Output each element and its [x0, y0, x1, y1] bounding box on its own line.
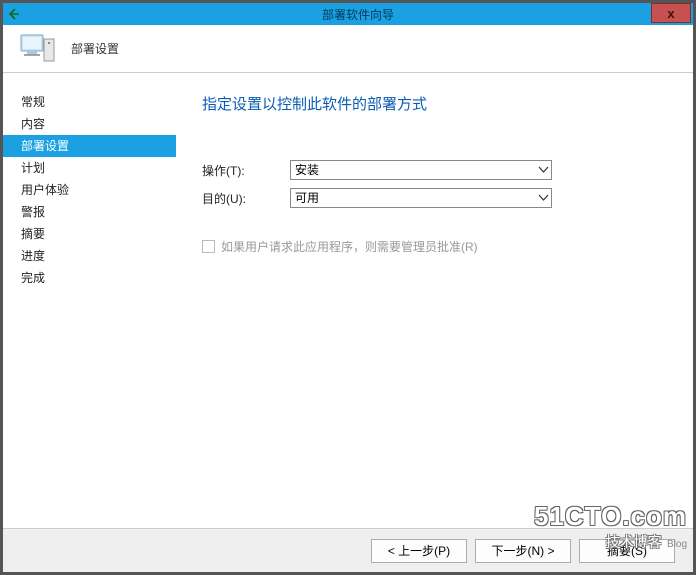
sidebar-item-4[interactable]: 用户体验 [3, 179, 176, 201]
sidebar-item-5[interactable]: 警报 [3, 201, 176, 223]
sidebar-item-1[interactable]: 内容 [3, 113, 176, 135]
form-select-1[interactable]: 可用 [290, 188, 552, 208]
close-icon: x [667, 6, 674, 21]
form-row-0: 操作(T):安装 [202, 160, 665, 180]
wizard-computer-icon [17, 29, 57, 69]
approval-checkbox-row: 如果用户请求此应用程序，则需要管理员批准(R) [202, 238, 665, 255]
form-select-0[interactable]: 安装 [290, 160, 552, 180]
summary-button[interactable]: 摘要(S) [579, 539, 675, 563]
form-label-0: 操作(T): [202, 162, 290, 179]
sidebar-item-8[interactable]: 完成 [3, 267, 176, 289]
form-label-1: 目的(U): [202, 190, 290, 207]
sidebar-item-2[interactable]: 部署设置 [3, 135, 176, 157]
approval-checkbox-label: 如果用户请求此应用程序，则需要管理员批准(R) [221, 238, 478, 255]
close-button[interactable]: x [651, 3, 691, 23]
form-row-1: 目的(U):可用 [202, 188, 665, 208]
sidebar-item-6[interactable]: 摘要 [3, 223, 176, 245]
header-band: 部署设置 [3, 25, 693, 73]
page-heading: 指定设置以控制此软件的部署方式 [202, 93, 665, 114]
window-title: 部署软件向导 [23, 6, 693, 23]
wizard-sidebar: 常规内容部署设置计划用户体验警报摘要进度完成 [3, 73, 176, 525]
button-bar: < 上一步(P) 下一步(N) > 摘要(S) [3, 528, 693, 572]
sidebar-item-3[interactable]: 计划 [3, 157, 176, 179]
sidebar-item-0[interactable]: 常规 [3, 91, 176, 113]
sidebar-item-7[interactable]: 进度 [3, 245, 176, 267]
previous-button[interactable]: < 上一步(P) [371, 539, 467, 563]
main-panel: 指定设置以控制此软件的部署方式 操作(T):安装目的(U):可用 如果用户请求此… [176, 73, 693, 525]
back-arrow-icon[interactable] [5, 8, 23, 20]
approval-checkbox [202, 240, 215, 253]
header-section-title: 部署设置 [71, 40, 119, 57]
next-button[interactable]: 下一步(N) > [475, 539, 571, 563]
titlebar: 部署软件向导 x [3, 3, 693, 25]
